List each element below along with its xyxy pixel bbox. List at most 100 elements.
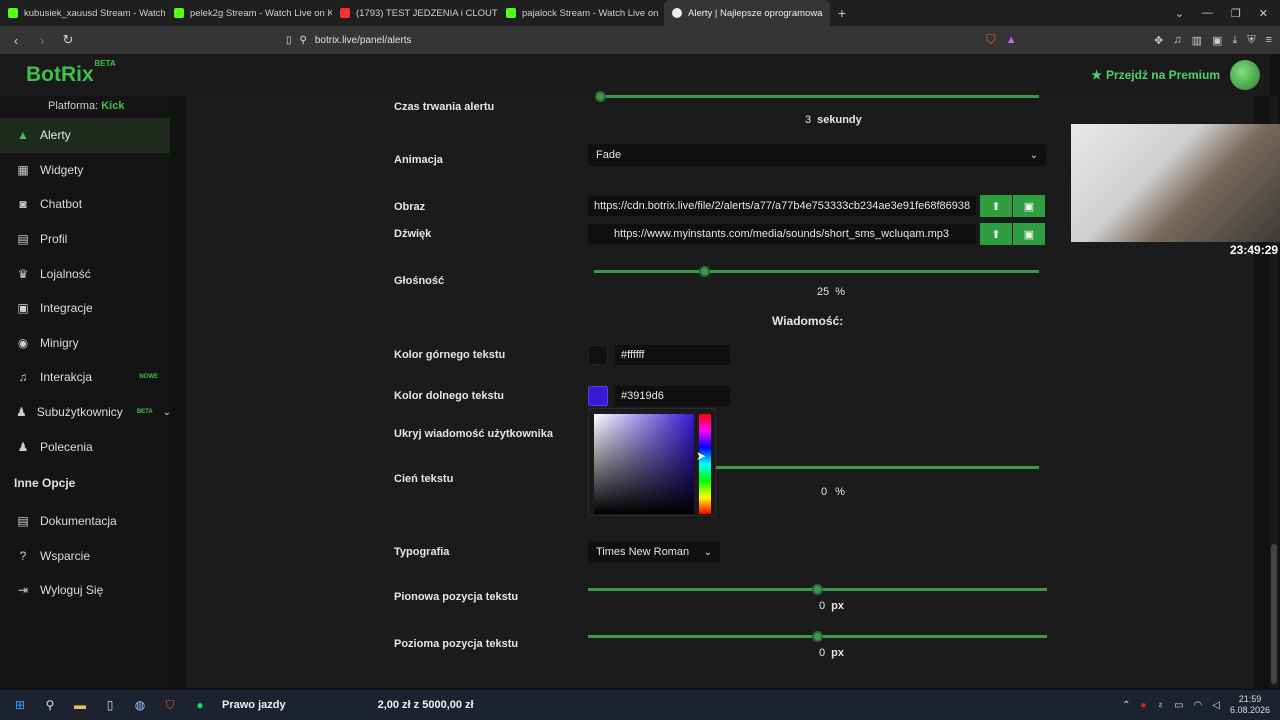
premium-link[interactable]: ★ Przejdź na Premium [1091,68,1220,82]
new-tab-button[interactable]: + [830,5,854,21]
gallery-icon: ▣ [1023,228,1035,241]
site-info-icon[interactable]: ⚲ [300,35,307,46]
extensions-icon[interactable]: ✥ [1154,34,1163,47]
top-color-input[interactable]: #ffffff [615,345,730,365]
kick-icon [506,8,516,18]
windows-start-icon[interactable]: ⊞ [12,697,28,713]
typography-select[interactable]: Times New Roman ⌄ [588,541,720,563]
top-color-swatch[interactable] [588,345,608,365]
sidebar-item-alerty[interactable]: ▲ Alerty [0,118,170,153]
bottom-color-swatch[interactable] [588,386,608,406]
volume-slider-handle[interactable] [699,266,710,277]
image-url-input[interactable]: https://cdn.botrix.live/file/2/alerts/a7… [588,196,976,216]
vertical-position-slider-handle[interactable] [812,584,823,595]
monitor-icon[interactable]: ▭ [1174,700,1183,711]
browser-tab[interactable]: (1793) TEST JEDZENIA i CLOUT FESTI [332,0,498,26]
chevron-down-icon[interactable]: ⌄ [1175,7,1184,20]
close-icon[interactable]: ✕ [1259,7,1268,20]
grid-icon: ▦ [17,162,29,177]
gallery-image-button[interactable]: ▣ [1013,195,1045,217]
browser-tab[interactable]: kubusiek_xauusd Stream - Watch Live [0,0,166,26]
webcam-overlay [1071,124,1280,242]
sidebar-item-dokumentacja[interactable]: ▤ Dokumentacja [0,504,170,539]
extensions-bar: ✥ ♫ ▥ ▣ ⤓ ⛨ ≡ [1154,34,1272,47]
browser-tabstrip: kubusiek_xauusd Stream - Watch Live pele… [0,0,1280,26]
sidebar-item-wsparcie[interactable]: ? Wsparcie [0,539,170,574]
duration-slider-handle[interactable] [595,91,606,102]
taskbar-app-label[interactable]: Prawo jazdy [222,699,286,711]
image-label: Obraz [394,201,426,213]
gallery-icon: ▣ [1023,200,1035,213]
sidebar-item-subuzytkownicy[interactable]: ♟ Subużytkownicy BETA ⌄ [0,395,171,430]
steam-icon[interactable]: ◍ [132,697,148,713]
restore-icon[interactable]: ❐ [1231,7,1241,20]
wallet-icon[interactable]: ▣ [1212,34,1222,47]
browser-tab-active[interactable]: Alerty | Najlepsze oprogramowa✕ [664,0,830,26]
upload-icon: ⬆ [991,228,1001,241]
volume-icon[interactable]: ◁ [1212,700,1220,711]
horizontal-position-slider-handle[interactable] [812,631,823,642]
color-saturation-area[interactable] [594,414,694,514]
reload-icon[interactable]: ↻ [60,32,76,48]
shadow-slider-track[interactable] [716,466,1039,469]
upload-image-button[interactable]: ⬆ [980,195,1012,217]
robot-icon: ◙ [19,197,27,212]
volume-slider-track[interactable] [594,270,1039,273]
search-icon[interactable]: ⚲ [42,697,58,713]
stream-clock: 23:49:29 [1230,243,1279,257]
record-icon[interactable]: ● [1141,700,1147,711]
menu-icon[interactable]: ≡ [1266,34,1272,47]
sound-label: Dźwięk [394,228,432,240]
sidebar-item-chatbot[interactable]: ◙ Chatbot [0,187,170,222]
sidebar-item-wyloguj[interactable]: ⇥ Wyloguj Się [0,573,170,608]
gallery-sound-button[interactable]: ▣ [1013,223,1045,245]
color-hue-slider[interactable] [699,414,711,514]
vpn-icon[interactable]: ⛨ [1247,34,1255,47]
warning-icon: ▲ [17,128,29,143]
sidebar-item-profil[interactable]: ▤ Profil [0,222,170,257]
bookmark-icon[interactable]: ▯ [286,35,292,46]
avatar[interactable] [1230,60,1260,90]
users-icon: ♟ [17,439,29,454]
sidebar-item-interakcja[interactable]: ♫ Interakcja NOWE [0,360,170,395]
system-tray: ⌃ ● ♁ ▭ ◠ ◁ 21:59 6.08.2026 [1122,694,1280,716]
sidebar-item-minigry[interactable]: ◉ Minigry [0,326,170,361]
shadow-value: 0% [821,486,845,498]
download-icon[interactable]: ⤓ [1232,34,1237,47]
wifi-icon[interactable]: ◠ [1194,700,1203,711]
brave-shield-icon[interactable]: ⛉ [986,32,996,48]
sidebar-item-polecenia[interactable]: ♟ Polecenia [0,429,170,464]
file-explorer-icon[interactable]: ▬ [72,697,88,713]
brave-icon[interactable]: ⛉ [162,697,178,713]
minimize-icon[interactable]: — [1202,7,1213,20]
windows-taskbar: ⊞ ⚲ ▬ ▯ ◍ ⛉ ● Prawo jazdy 2,00 zł z 5000… [0,690,1280,720]
horizontal-position-value: 0 px [819,647,844,659]
microphone-icon[interactable]: ♁ [1157,700,1165,711]
sidebar-item-integracje[interactable]: ▣ Integracje [0,291,170,326]
upload-sound-button[interactable]: ⬆ [980,223,1012,245]
taskbar-clock[interactable]: 21:59 6.08.2026 [1230,694,1270,716]
music-icon[interactable]: ♫ [1173,34,1181,47]
spotify-icon[interactable]: ● [192,697,208,713]
duration-slider-track[interactable] [596,95,1039,98]
bottom-color-label: Kolor dolnego tekstu [394,390,504,402]
rewards-icon[interactable]: ▲ [1006,34,1017,46]
chevron-down-icon[interactable]: ⌄ [163,407,171,418]
beta-badge: BETA [94,59,116,68]
bottom-color-input[interactable]: #3919d6 [615,386,730,406]
vertical-position-label: Pionowa pozycja tekstu [394,591,519,603]
sidebar-item-lojalnosc[interactable]: ♛ Lojalność [0,256,170,291]
sidebar-icon[interactable]: ▥ [1192,34,1202,47]
notepad-icon[interactable]: ▯ [102,697,118,713]
chevron-up-icon[interactable]: ⌃ [1122,700,1130,711]
browser-tab[interactable]: pelek2g Stream - Watch Live on Kick [166,0,332,26]
back-icon[interactable]: ‹ [8,33,24,48]
sound-url-input[interactable]: https://www.myinstants.com/media/sounds/… [588,224,976,244]
animation-select[interactable]: Fade ⌄ [588,144,1046,166]
forward-icon[interactable]: › [34,33,50,48]
browser-tab[interactable]: pajalock Stream - Watch Live on [498,0,664,26]
logout-icon: ⇥ [17,583,29,598]
address-bar[interactable]: ▯ ⚲ botrix.live/panel/alerts [286,30,976,50]
botrix-logo[interactable]: BotRix BETA [26,59,116,87]
sidebar-item-widgety[interactable]: ▦ Widgety [0,153,170,188]
